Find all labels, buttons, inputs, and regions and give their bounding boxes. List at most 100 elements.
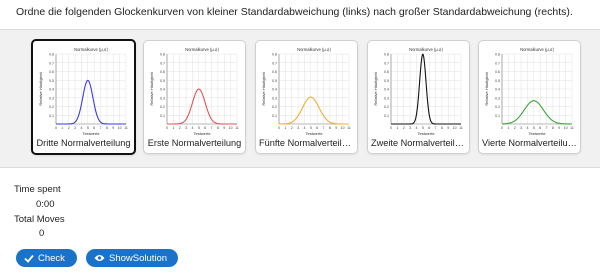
y-tick-label: 0.7 bbox=[495, 61, 500, 65]
x-tick-label: 2 bbox=[514, 126, 516, 130]
x-tick-label: 10 bbox=[341, 126, 345, 130]
x-tick-label: 5 bbox=[310, 126, 312, 130]
x-axis-label: Testwerte bbox=[82, 131, 100, 136]
y-tick-label: 0.3 bbox=[49, 96, 54, 100]
y-tick-label: 0.4 bbox=[272, 88, 277, 92]
x-tick-label: 1 bbox=[284, 126, 286, 130]
y-tick-label: 0.6 bbox=[272, 70, 277, 74]
x-tick-label: 0 bbox=[390, 126, 392, 130]
y-axis-label: Relative Häufigkeit bbox=[261, 71, 266, 105]
y-tick-label: 0.5 bbox=[272, 79, 277, 83]
x-tick-label: 8 bbox=[217, 126, 219, 130]
y-tick-label: 0.4 bbox=[160, 88, 165, 92]
x-tick-label: 7 bbox=[100, 126, 102, 130]
y-tick-label: 0.4 bbox=[495, 88, 500, 92]
curve-card[interactable]: 0.1 0.2 0.3 0.4 0.5 0.6 0.7 0.8 0 1 2 3 4 5 6 7 8 9 10 11 No… bbox=[367, 40, 470, 154]
time-spent-label: Time spent bbox=[14, 184, 61, 195]
x-tick-label: 3 bbox=[185, 126, 187, 130]
y-tick-label: 0.2 bbox=[160, 105, 165, 109]
eye-icon bbox=[94, 254, 105, 262]
x-tick-label: 10 bbox=[118, 126, 122, 130]
y-tick-label: 0.6 bbox=[495, 70, 500, 74]
total-moves-label: Total Moves bbox=[14, 214, 65, 225]
x-tick-label: 0 bbox=[166, 126, 168, 130]
y-tick-label: 0.2 bbox=[384, 105, 389, 109]
x-tick-label: 10 bbox=[453, 126, 457, 130]
x-tick-label: 3 bbox=[409, 126, 411, 130]
x-tick-label: 7 bbox=[546, 126, 548, 130]
x-tick-label: 5 bbox=[422, 126, 424, 130]
bell-curve-chart: 0.1 0.2 0.3 0.4 0.5 0.6 0.7 0.8 0 1 2 3 4 5 6 7 8 9 10 11 No… bbox=[149, 47, 239, 136]
y-tick-label: 0.1 bbox=[384, 114, 389, 118]
x-axis-label: Testwerte bbox=[528, 131, 546, 136]
check-button[interactable]: Check bbox=[16, 249, 77, 267]
y-tick-label: 0.5 bbox=[384, 79, 389, 83]
x-tick-label: 8 bbox=[552, 126, 554, 130]
x-tick-label: 6 bbox=[93, 126, 95, 130]
y-tick-label: 0.8 bbox=[160, 53, 165, 57]
bell-curve-line bbox=[501, 100, 572, 125]
y-tick-label: 0.3 bbox=[272, 96, 277, 100]
x-axis-label: Testwerte bbox=[193, 131, 211, 136]
y-axis-label: Relative Häufigkeit bbox=[38, 71, 43, 105]
card-tray: 0.1 0.2 0.3 0.4 0.5 0.6 0.7 0.8 0 1 2 3 4 5 6 7 8 9 10 11 No… bbox=[0, 29, 600, 168]
x-tick-label: 11 bbox=[235, 126, 239, 130]
bell-curve-chart: 0.1 0.2 0.3 0.4 0.5 0.6 0.7 0.8 0 1 2 3 4 5 6 7 8 9 10 11 No… bbox=[484, 47, 574, 136]
y-tick-label: 0.2 bbox=[495, 105, 500, 109]
chart-title: Normalkurve (μ,σ) bbox=[74, 47, 108, 52]
card-label: Erste Normalverteilung bbox=[147, 138, 242, 148]
total-moves-value: 0 bbox=[39, 228, 45, 239]
card-label: Fünfte Normalverteilung bbox=[259, 138, 357, 148]
y-tick-label: 0.7 bbox=[49, 61, 54, 65]
show-solution-button[interactable]: ShowSolution bbox=[86, 249, 178, 267]
y-tick-label: 0.7 bbox=[160, 61, 165, 65]
x-tick-label: 0 bbox=[278, 126, 280, 130]
y-axis-label: Relative Häufigkeit bbox=[149, 71, 154, 105]
x-tick-label: 4 bbox=[526, 126, 528, 130]
y-tick-label: 0.7 bbox=[384, 61, 389, 65]
x-tick-label: 11 bbox=[124, 126, 128, 130]
x-tick-label: 9 bbox=[558, 126, 560, 130]
y-tick-label: 0.1 bbox=[49, 114, 54, 118]
x-tick-label: 3 bbox=[297, 126, 299, 130]
bell-curve-chart: 0.1 0.2 0.3 0.4 0.5 0.6 0.7 0.8 0 1 2 3 4 5 6 7 8 9 10 11 No… bbox=[261, 47, 351, 136]
bell-curve-line bbox=[279, 96, 349, 125]
x-tick-label: 1 bbox=[507, 126, 509, 130]
x-tick-label: 5 bbox=[198, 126, 200, 130]
x-tick-label: 8 bbox=[106, 126, 108, 130]
card-label: Dritte Normalverteilung bbox=[36, 138, 131, 148]
y-tick-label: 0.8 bbox=[495, 53, 500, 57]
x-tick-label: 3 bbox=[520, 126, 522, 130]
chart-title: Normalkurve (μ,σ) bbox=[520, 47, 554, 52]
y-tick-label: 0.4 bbox=[49, 88, 54, 92]
y-axis-label: Relative Häufigkeit bbox=[373, 71, 378, 105]
chart-title: Normalkurve (μ,σ) bbox=[409, 47, 443, 52]
card-label: Vierte Normalverteilung bbox=[482, 138, 578, 148]
curve-card[interactable]: 0.1 0.2 0.3 0.4 0.5 0.6 0.7 0.8 0 1 2 3 4 5 6 7 8 9 10 11 No… bbox=[143, 40, 246, 154]
x-tick-label: 0 bbox=[55, 126, 57, 130]
x-axis-label: Testwerte bbox=[417, 131, 435, 136]
y-tick-label: 0.5 bbox=[160, 79, 165, 83]
x-tick-label: 4 bbox=[415, 126, 417, 130]
x-tick-label: 8 bbox=[441, 126, 443, 130]
y-tick-label: 0.8 bbox=[272, 53, 277, 57]
x-tick-label: 6 bbox=[204, 126, 206, 130]
x-tick-label: 5 bbox=[533, 126, 535, 130]
y-tick-label: 0.3 bbox=[495, 96, 500, 100]
chart-title: Normalkurve (μ,σ) bbox=[185, 47, 219, 52]
x-tick-label: 4 bbox=[191, 126, 193, 130]
x-tick-label: 7 bbox=[211, 126, 213, 130]
x-tick-label: 10 bbox=[229, 126, 233, 130]
x-axis-label: Testwerte bbox=[305, 131, 323, 136]
y-tick-label: 0.7 bbox=[272, 61, 277, 65]
x-tick-label: 2 bbox=[403, 126, 405, 130]
y-tick-label: 0.6 bbox=[384, 70, 389, 74]
y-tick-label: 0.5 bbox=[49, 79, 54, 83]
time-spent-value: 0:00 bbox=[36, 199, 55, 210]
curve-card[interactable]: 0.1 0.2 0.3 0.4 0.5 0.6 0.7 0.8 0 1 2 3 4 5 6 7 8 9 10 11 No… bbox=[31, 39, 136, 155]
curve-card[interactable]: 0.1 0.2 0.3 0.4 0.5 0.6 0.7 0.8 0 1 2 3 4 5 6 7 8 9 10 11 No… bbox=[478, 40, 581, 154]
x-tick-label: 4 bbox=[80, 126, 82, 130]
curve-card[interactable]: 0.1 0.2 0.3 0.4 0.5 0.6 0.7 0.8 0 1 2 3 4 5 6 7 8 9 10 11 No… bbox=[255, 40, 358, 154]
x-tick-label: 2 bbox=[179, 126, 181, 130]
bell-curve-chart: 0.1 0.2 0.3 0.4 0.5 0.6 0.7 0.8 0 1 2 3 4 5 6 7 8 9 10 11 No… bbox=[38, 47, 128, 136]
